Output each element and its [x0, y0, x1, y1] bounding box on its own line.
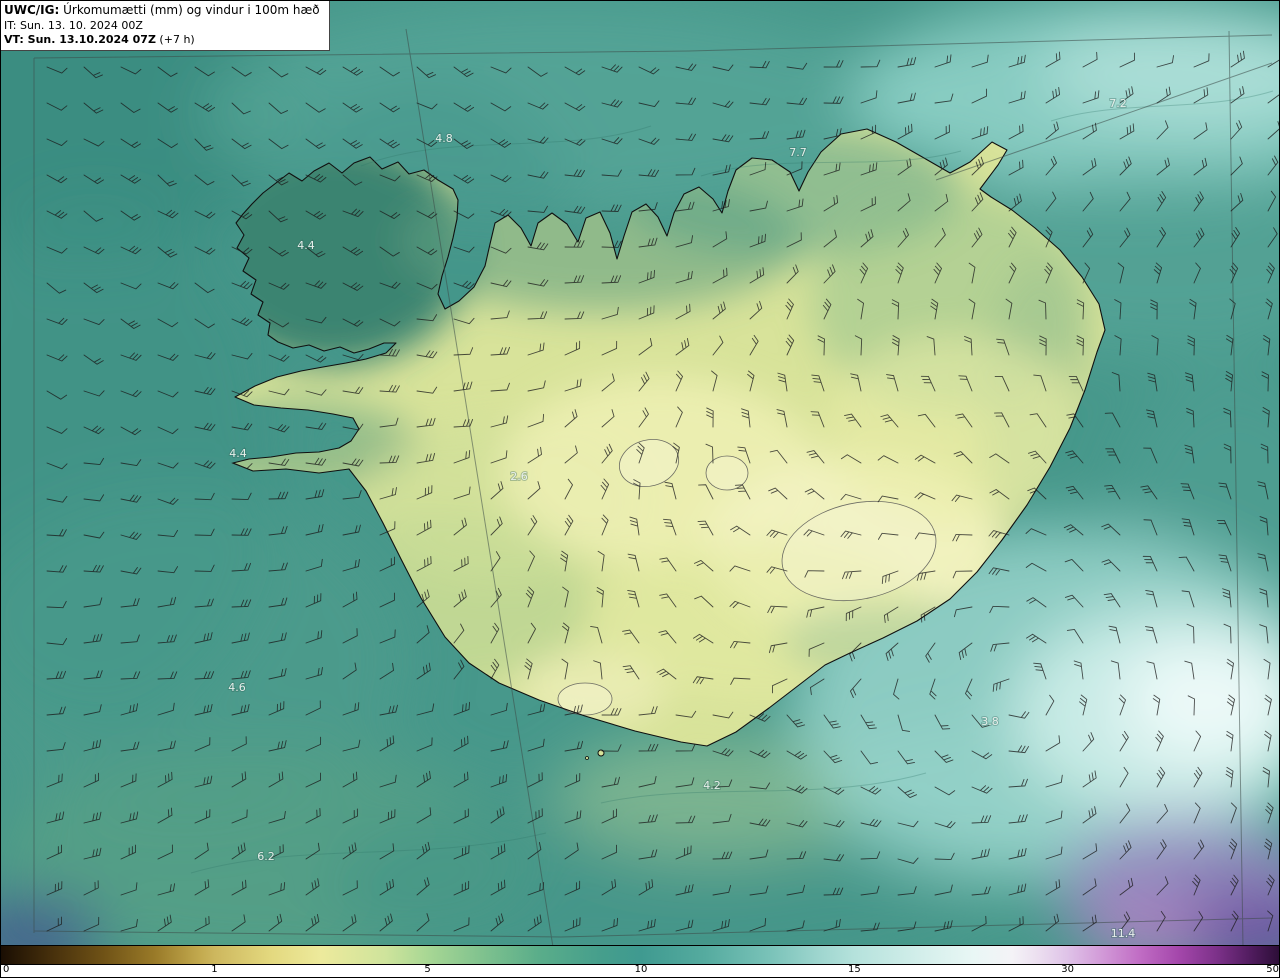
map-title-box: UWC/IG: Úrkomumætti (mm) og vindur i 100… [1, 1, 330, 52]
colorbar-tick-label: 30 [1061, 964, 1074, 975]
contour-label: 4.2 [703, 779, 721, 792]
colorbar-gradient [1, 945, 1279, 965]
contour-label: 7.2 [1109, 97, 1127, 110]
init-time: IT: Sun. 13. 10. 2024 00Z [4, 18, 143, 32]
colorbar-tick-label: 10 [634, 964, 648, 975]
colorbar-tick-label: 50 [1266, 964, 1279, 975]
colorbar: 0 1 5 10 15 30 50 [1, 945, 1279, 977]
contour-label: 4.4 [229, 447, 247, 460]
colorbar-tick-label: 1 [211, 964, 218, 975]
colorbar-tick-label: 0 [3, 964, 10, 975]
colorbar-tick-label: 5 [424, 964, 431, 975]
weather-map-viewport: 4.8 7.7 7.2 4.4 4.4 2.6 4.2 6.2 3.8 4.6 11.4 UWC/I… [0, 0, 1280, 978]
colorbar-tick-labels: 0 1 5 10 15 30 50 [1, 964, 1279, 977]
contour-label: 6.2 [257, 850, 275, 863]
contour-label: 3.8 [981, 715, 999, 728]
weather-map: 4.8 7.7 7.2 4.4 4.4 2.6 4.2 6.2 3.8 4.6 11.4 [1, 1, 1279, 947]
colorbar-tick-label: 15 [848, 964, 861, 975]
product-name: Úrkomumætti (mm) og vindur i 100m hæð [59, 3, 320, 17]
contour-label: 4.8 [435, 132, 453, 145]
contour-label: 4.4 [297, 239, 315, 252]
contour-label: 2.6 [510, 470, 528, 483]
valid-time: VT: Sun. 13.10.2024 07Z (+7 h) [4, 32, 195, 46]
contour-label: 7.7 [789, 146, 807, 159]
contour-label: 4.6 [228, 681, 246, 694]
contour-label: 11.4 [1111, 927, 1136, 940]
model-name: UWC/IG: [4, 3, 60, 17]
map-title: UWC/IG: Úrkomumætti (mm) og vindur i 100… [4, 3, 320, 19]
